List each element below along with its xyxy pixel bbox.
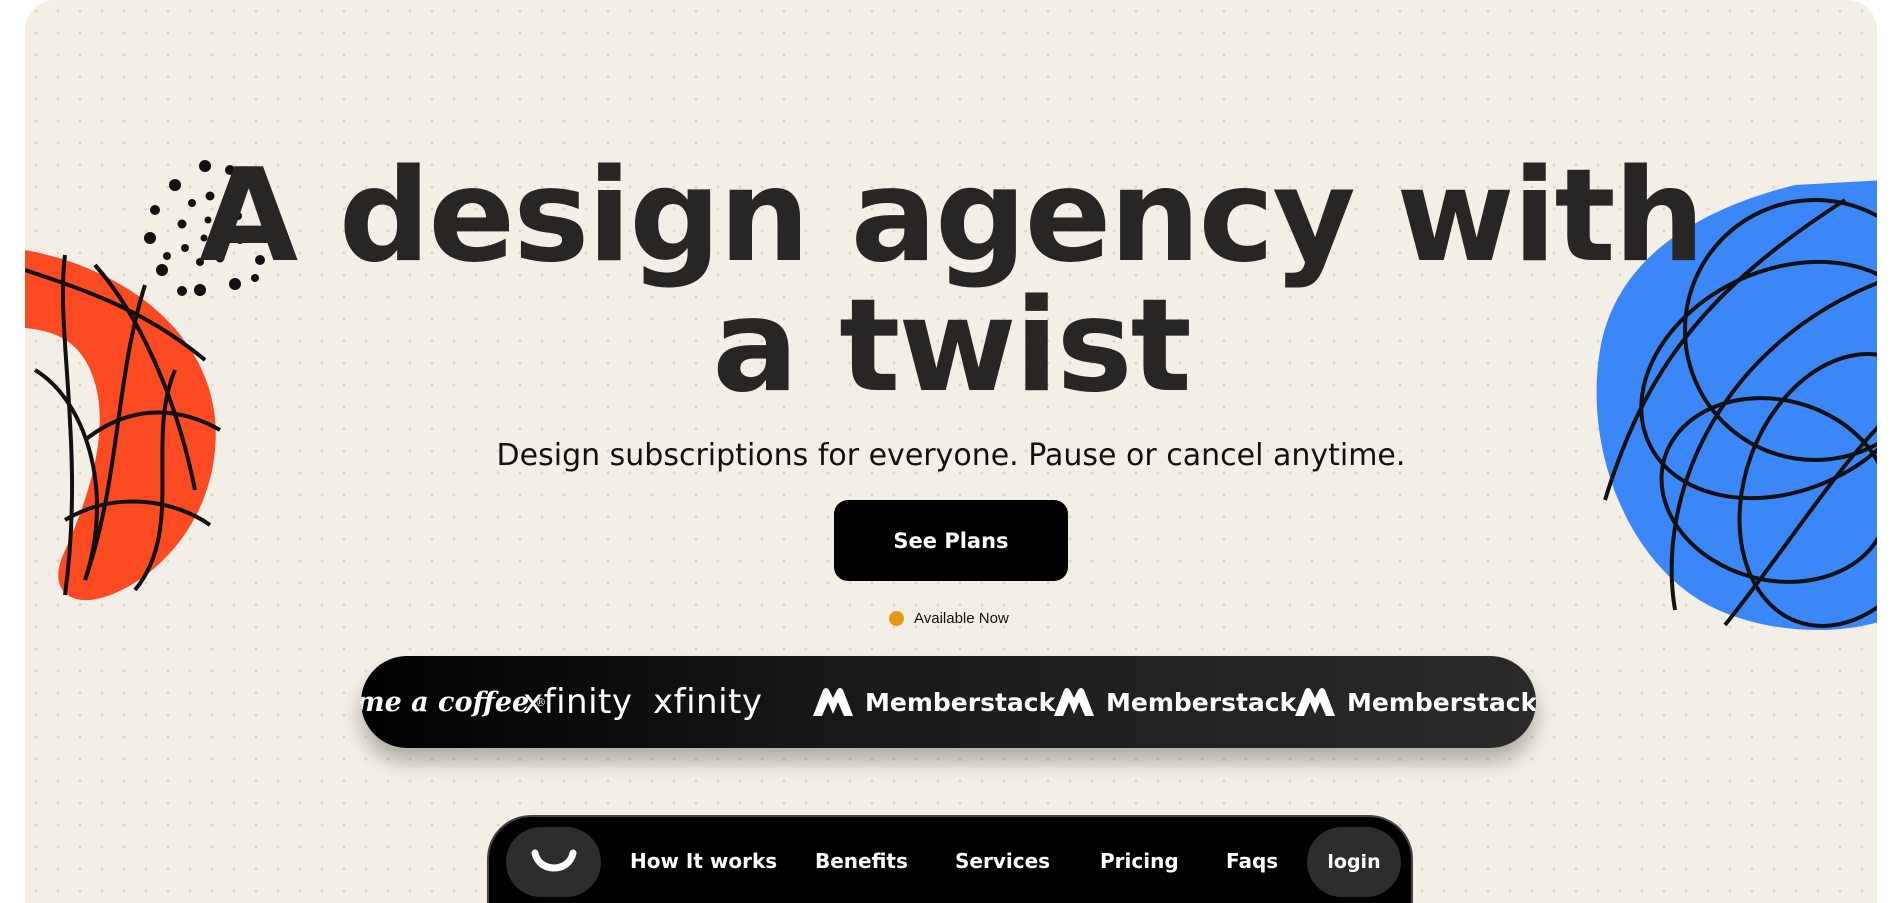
availability-label: Available Now xyxy=(914,609,1009,627)
availability-status: Available Now xyxy=(889,608,1009,628)
nav-pricing[interactable]: Pricing xyxy=(1100,817,1179,903)
nav-benefits[interactable]: Benefits xyxy=(815,817,908,903)
logo-text: me a coffee xyxy=(361,686,530,718)
memberstack-logo: Memberstack xyxy=(811,656,1055,748)
xfinity-logo: xfinity xyxy=(653,682,763,722)
logo-text: Memberstack xyxy=(1347,687,1536,717)
headline-line-1: A design agency with xyxy=(199,142,1705,291)
memberstack-m-icon xyxy=(1295,688,1335,716)
xfinity-logo: xfinity xyxy=(523,682,633,722)
memberstack-m-icon xyxy=(813,688,853,716)
hero-subheadline: Design subscriptions for everyone. Pause… xyxy=(496,438,1406,473)
memberstack-logo: Memberstack xyxy=(1052,656,1296,748)
logo-text: Memberstack xyxy=(1106,687,1297,717)
logo-text: Memberstack xyxy=(865,687,1056,717)
home-logo-button[interactable] xyxy=(506,827,601,897)
buy-me-a-coffee-logo: me a coffee ® xyxy=(361,656,546,748)
nav-how-it-works[interactable]: How It works xyxy=(630,817,777,903)
smile-logo-icon xyxy=(531,849,576,872)
nav-faqs[interactable]: Faqs xyxy=(1226,817,1278,903)
hero-headline: A design agency with a twist xyxy=(25,152,1877,412)
headline-line-2: a twist xyxy=(712,272,1192,421)
login-button[interactable]: login xyxy=(1307,827,1401,897)
bottom-navbar: How It works Benefits Services Pricing F… xyxy=(487,815,1413,903)
hero-section: A design agency with a twist Design subs… xyxy=(25,0,1877,903)
nav-services[interactable]: Services xyxy=(955,817,1050,903)
status-dot-icon xyxy=(889,610,904,626)
memberstack-logo: Memberstack xyxy=(1293,656,1536,748)
see-plans-button[interactable]: See Plans xyxy=(834,500,1068,581)
client-logo-strip: me a coffee ® xfinity xfinity Memberstack… xyxy=(361,656,1536,748)
memberstack-m-icon xyxy=(1054,688,1094,716)
